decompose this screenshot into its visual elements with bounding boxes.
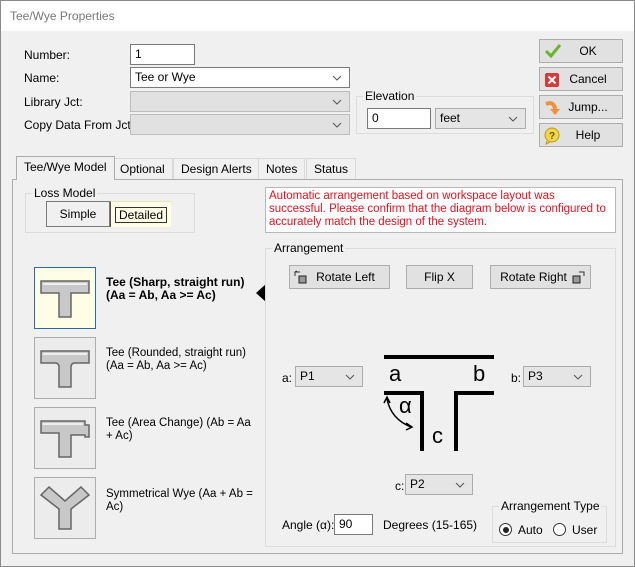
pipe-a-label: a: — [282, 371, 293, 385]
model-tee-area-change-tile[interactable] — [34, 407, 96, 469]
branch-left-wall — [420, 391, 424, 451]
chevron-down-icon — [455, 482, 465, 488]
model-symmetrical-wye-tile[interactable] — [34, 477, 96, 539]
auto-label: Auto — [518, 523, 543, 537]
model-tee-area-change-label: Tee (Area Change) (Ab = Aa + Ac) — [106, 417, 251, 442]
diagram-a-label: a — [389, 361, 402, 386]
number-label: Number: — [24, 48, 71, 62]
elevation-unit-value: feet — [440, 111, 461, 125]
number-input[interactable]: 1 — [130, 44, 195, 65]
rotate-right-button[interactable]: Rotate Right — [490, 265, 591, 289]
pipe-b-label: b: — [511, 371, 522, 385]
loss-model-title: Loss Model — [32, 186, 98, 200]
chevron-down-icon — [332, 122, 342, 128]
rotate-right-icon — [572, 271, 585, 284]
rotate-left-icon — [294, 270, 307, 284]
name-label: Name: — [24, 71, 60, 85]
tee-wye-properties-window: Tee/Wye Properties Number: 1 Name: Tee o… — [0, 0, 635, 567]
cancel-button[interactable]: Cancel — [539, 67, 623, 91]
angle-input[interactable]: 90 — [334, 514, 373, 535]
run-bottom-right-wall — [454, 391, 494, 395]
tab-notes[interactable]: Notes — [258, 158, 306, 179]
rotate-left-button[interactable]: Rotate Left — [289, 265, 390, 289]
cancel-label: Cancel — [569, 72, 607, 86]
help-label: Help — [575, 128, 601, 142]
pipe-a-select[interactable]: P1 — [295, 366, 363, 387]
help-icon: ? — [544, 127, 560, 145]
pipe-b-select[interactable]: P3 — [523, 366, 591, 387]
chevron-down-icon — [508, 116, 518, 122]
user-radio[interactable] — [553, 523, 566, 536]
ok-label: OK — [579, 44, 597, 58]
flip-x-button[interactable]: Flip X — [406, 265, 473, 289]
tab-status[interactable]: Status — [306, 158, 357, 179]
title-bar: Tee/Wye Properties — [1, 1, 634, 31]
model-symmetrical-wye-label: Symmetrical Wye (Aa + Ab = Ac) — [106, 488, 253, 513]
pipe-a-value: P1 — [300, 369, 315, 383]
jump-button[interactable]: Jump... — [539, 95, 623, 119]
detailed-label: Detailed — [114, 206, 168, 223]
simple-button[interactable]: Simple — [46, 201, 110, 227]
jump-arrow-icon — [545, 101, 560, 115]
tab-optional[interactable]: Optional — [112, 158, 173, 179]
tee-rounded-icon — [40, 350, 90, 388]
angle-range-label: Degrees (15-165) — [383, 518, 478, 532]
chevron-down-icon — [573, 374, 583, 380]
elevation-input[interactable]: 0 — [367, 108, 431, 129]
user-label: User — [572, 523, 598, 537]
rotate-left-label: Rotate Left — [316, 270, 375, 284]
rotate-right-label: Rotate Right — [500, 270, 567, 284]
svg-text:?: ? — [549, 131, 555, 142]
pipe-c-select[interactable]: P2 — [405, 474, 473, 495]
branch-right-wall — [454, 391, 458, 451]
model-tee-sharp-tile[interactable] — [34, 267, 96, 329]
symmetrical-wye-icon — [39, 485, 91, 530]
arrangement-message: Automatic arrangement based on workspace… — [265, 187, 616, 233]
detailed-button[interactable]: Detailed — [110, 201, 171, 227]
help-button[interactable]: ? Help — [539, 123, 623, 147]
pipe-b-value: P3 — [528, 369, 543, 383]
auto-radio[interactable] — [499, 523, 512, 536]
diagram-b-label: b — [473, 361, 486, 386]
angle-label: Angle (α): — [282, 518, 335, 532]
tab-tee-wye-model[interactable]: Tee/Wye Model — [16, 156, 115, 180]
diagram-alpha-label: α — [399, 393, 412, 418]
model-tee-sharp-label: Tee (Sharp, straight run) (Aa = Ab, Aa >… — [106, 275, 245, 302]
close-icon — [545, 73, 559, 87]
name-combo[interactable]: Tee or Wye — [130, 67, 350, 88]
ok-button[interactable]: OK — [539, 39, 623, 63]
tee-area-change-icon — [40, 420, 90, 458]
name-value: Tee or Wye — [135, 70, 196, 84]
tab-design-alerts[interactable]: Design Alerts — [173, 158, 260, 179]
chevron-down-icon — [332, 99, 342, 105]
tee-sharp-icon — [40, 280, 90, 318]
arrangement-title: Arrangement — [272, 241, 346, 255]
model-tee-rounded-label: Tee (Rounded, straight run) (Aa = Ab, Aa… — [106, 347, 246, 372]
run-top-wall — [384, 355, 494, 359]
elevation-unit-select[interactable]: feet — [435, 108, 526, 129]
copy-data-select[interactable] — [130, 114, 350, 135]
copy-data-label: Copy Data From Jct... — [24, 118, 141, 132]
pipe-c-label: c: — [395, 479, 405, 493]
library-jct-select[interactable] — [130, 91, 350, 112]
window-title: Tee/Wye Properties — [10, 9, 115, 23]
elevation-title: Elevation — [363, 89, 417, 103]
chevron-down-icon — [345, 374, 355, 380]
pipe-c-value: P2 — [410, 477, 425, 491]
checkmark-icon — [544, 44, 562, 59]
arrangement-type-title: Arrangement Type — [499, 499, 602, 513]
library-jct-label: Library Jct: — [24, 95, 83, 109]
chevron-down-icon — [332, 75, 342, 81]
diagram-c-label: c — [432, 423, 443, 448]
model-tee-rounded-tile[interactable] — [34, 337, 96, 399]
jump-label: Jump... — [568, 100, 608, 114]
